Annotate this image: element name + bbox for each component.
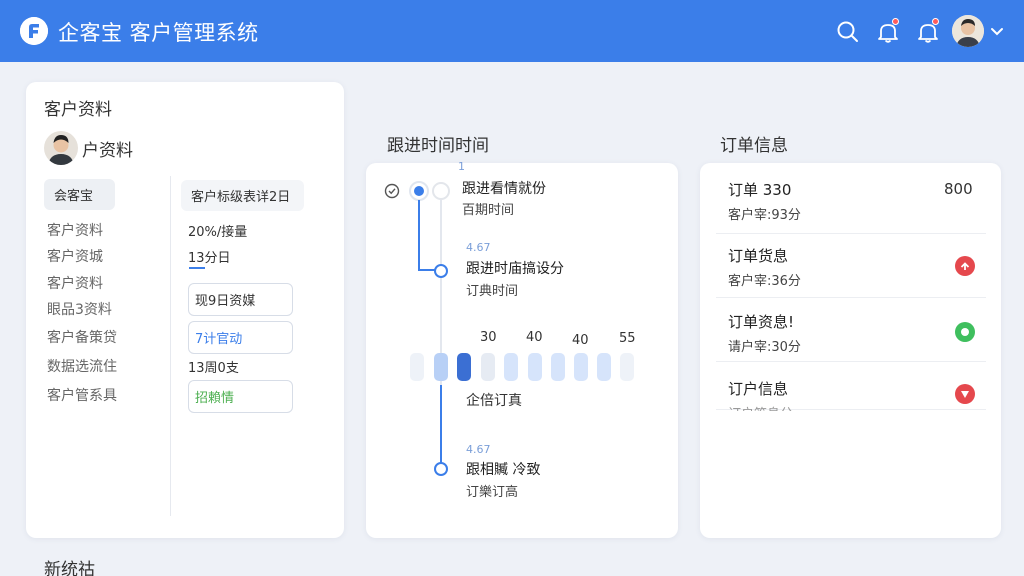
company-tag[interactable]: 会客宝 <box>44 179 115 210</box>
bar <box>434 353 448 381</box>
timeline-item-sub: 百期时间 <box>462 203 515 218</box>
bell-icon[interactable] <box>915 18 941 45</box>
bar-label: 55 <box>619 331 636 346</box>
bar <box>481 353 495 381</box>
app-title: 企客宝 客户管理系统 <box>58 21 259 45</box>
info-tag[interactable]: 客户标级表详2日 <box>181 180 304 211</box>
order-row[interactable]: 订户信息 订户答息分 <box>716 362 986 411</box>
value-field[interactable]: 招賴情 <box>188 380 293 413</box>
order-value: 800 <box>944 180 973 198</box>
bar <box>620 353 634 381</box>
field-label: 客户资城 <box>47 249 103 265</box>
order-title: 订户信息 <box>728 380 789 398</box>
timeline-node[interactable] <box>434 264 448 278</box>
order-row[interactable]: 订单 330 客户宰:93分 800 <box>716 170 986 234</box>
bar <box>410 353 424 381</box>
logo-icon[interactable] <box>20 17 48 45</box>
status-icon[interactable] <box>955 384 975 404</box>
field-value: 13周0支 <box>188 361 239 376</box>
search-icon[interactable] <box>835 19 861 45</box>
order-title: 订单 330 <box>728 181 792 199</box>
avatar <box>44 131 78 165</box>
section-title: 跟进时间时间 <box>387 136 489 156</box>
timeline-tag: 4.67 <box>466 443 491 456</box>
timeline-item-sub: 订樂订高 <box>466 485 519 500</box>
timeline-item-title: 跟进看情就份 <box>462 181 546 197</box>
bar <box>597 353 611 381</box>
field-label: 客户备策贷 <box>47 330 117 346</box>
bar <box>504 353 518 381</box>
profile-title: 户资料 <box>82 141 133 161</box>
timeline-connector <box>418 200 420 270</box>
bell-icon[interactable] <box>875 18 901 45</box>
timeline-tag: 4.67 <box>466 241 491 254</box>
status-icon[interactable] <box>955 256 975 276</box>
value-field[interactable]: 7计官动 <box>188 321 293 354</box>
timeline-item-title: 跟进时庙搞设分 <box>466 261 564 277</box>
notification-dot <box>932 18 939 25</box>
timeline-item-sub: 订典时间 <box>466 284 519 299</box>
timeline-card <box>366 163 678 538</box>
bar-label: 40 <box>572 333 589 348</box>
timeline-node[interactable] <box>434 462 448 476</box>
order-sub: 客户宰:93分 <box>728 208 801 223</box>
notification-dot <box>892 18 899 25</box>
top-bar: 企客宝 客户管理系统 <box>0 0 1024 62</box>
field-label: 眼品3资料 <box>47 302 112 318</box>
avatar[interactable] <box>952 15 984 47</box>
check-circle-icon[interactable] <box>384 183 400 203</box>
progress-underline <box>189 267 205 269</box>
field-value: 13分日 <box>188 251 231 266</box>
order-title: 订单货息 <box>728 247 789 265</box>
bar <box>574 353 588 381</box>
chevron-down-icon[interactable] <box>990 24 1004 43</box>
bar-label: 30 <box>480 330 497 345</box>
status-icon[interactable] <box>955 322 975 342</box>
order-sub: 客户宰:36分 <box>728 274 801 289</box>
order-sub: 订户答息分 <box>728 403 793 411</box>
field-label: 数据选流住 <box>47 359 117 375</box>
timeline-connector <box>440 385 442 467</box>
divider <box>170 176 171 516</box>
bar-caption: 企倍订真 <box>466 393 522 409</box>
timeline-tag: 1 <box>458 160 465 173</box>
bar-label: 40 <box>526 330 543 345</box>
field-label: 客户管系具 <box>47 388 117 404</box>
timeline-item-title: 跟相贓 冷致 <box>466 462 541 478</box>
section-title: 新统祜 <box>44 560 95 576</box>
section-title: 客户资料 <box>44 100 112 120</box>
order-row[interactable]: 订单货息 客户宰:36分 <box>716 234 986 298</box>
value-field[interactable]: 现9日资媒 <box>188 283 293 316</box>
bar <box>457 353 471 381</box>
timeline-start-node <box>409 181 429 201</box>
field-label: 客户资料 <box>47 276 103 292</box>
section-title: 订单信息 <box>720 136 788 156</box>
bar <box>551 353 565 381</box>
order-row[interactable]: 订单资息! 请户宰:30分 <box>716 298 986 362</box>
order-sub: 请户宰:30分 <box>728 340 801 355</box>
order-title: 订单资息! <box>728 313 795 331</box>
field-label: 客户资料 <box>47 223 103 239</box>
bar <box>528 353 542 381</box>
field-value: 20%/接量 <box>188 225 248 240</box>
timeline-empty-node <box>432 182 450 200</box>
